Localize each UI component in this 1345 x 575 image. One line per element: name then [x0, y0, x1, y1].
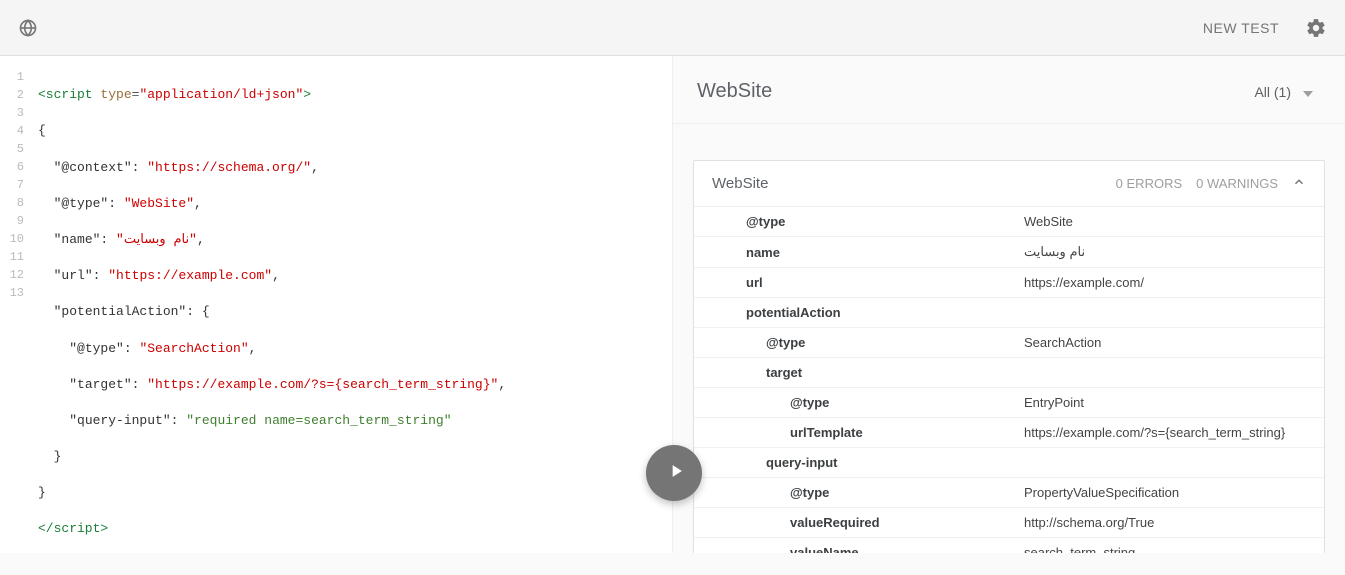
table-row[interactable]: urlhttps://example.com/	[694, 268, 1324, 298]
gear-icon[interactable]	[1305, 17, 1327, 39]
code-string: "application/ld+json"	[139, 87, 303, 102]
code-tag: <script	[38, 87, 93, 102]
topbar: NEW TEST	[0, 0, 1345, 56]
prop-value: https://example.com/?s={search_term_stri…	[1014, 418, 1324, 448]
prop-key: target	[694, 358, 1014, 388]
table-row[interactable]: nameنام وبسایت	[694, 237, 1324, 268]
properties-table: @typeWebSitenameنام وبسایتurlhttps://exa…	[694, 207, 1324, 553]
prop-key: @type	[694, 478, 1014, 508]
prop-key: query-input	[694, 448, 1014, 478]
results-pane: WebSite All (1) WebSite 0 ERRORS 0 WARNI…	[673, 56, 1345, 553]
prop-value: SearchAction	[1014, 328, 1324, 358]
topbar-left	[18, 18, 38, 38]
code-editor-pane: 12345678910111213 <script type="applicat…	[0, 56, 673, 553]
entity-meta: 0 ERRORS 0 WARNINGS	[1116, 175, 1306, 192]
prop-value: EntryPoint	[1014, 388, 1324, 418]
prop-key: @type	[694, 328, 1014, 358]
prop-key: valueName	[694, 538, 1014, 554]
table-row[interactable]: query-input	[694, 448, 1324, 478]
prop-key: url	[694, 268, 1014, 298]
prop-value	[1014, 358, 1324, 388]
globe-icon	[18, 18, 38, 38]
table-row[interactable]: valueNamesearch_term_string	[694, 538, 1324, 554]
prop-value	[1014, 298, 1324, 328]
play-icon	[663, 461, 686, 486]
warnings-count: 0 WARNINGS	[1196, 176, 1278, 191]
table-row[interactable]: @typePropertyValueSpecification	[694, 478, 1324, 508]
prop-value: https://example.com/	[1014, 268, 1324, 298]
chevron-down-icon	[1303, 84, 1313, 100]
results-title: WebSite	[697, 80, 772, 103]
table-row[interactable]: @typeWebSite	[694, 207, 1324, 237]
prop-value	[1014, 448, 1324, 478]
filter-label: All (1)	[1254, 84, 1291, 100]
code-area[interactable]: <script type="application/ld+json"> { "@…	[32, 56, 506, 553]
errors-count: 0 ERRORS	[1116, 176, 1182, 191]
prop-key: @type	[694, 207, 1014, 237]
prop-value: PropertyValueSpecification	[1014, 478, 1324, 508]
prop-value: http://schema.org/True	[1014, 508, 1324, 538]
topbar-right: NEW TEST	[1203, 17, 1327, 39]
prop-key: name	[694, 237, 1014, 268]
results-filter-dropdown[interactable]: All (1)	[1254, 84, 1313, 100]
prop-value: WebSite	[1014, 207, 1324, 237]
table-row[interactable]: urlTemplatehttps://example.com/?s={searc…	[694, 418, 1324, 448]
prop-key: urlTemplate	[694, 418, 1014, 448]
entity-name: WebSite	[712, 175, 768, 192]
prop-key: valueRequired	[694, 508, 1014, 538]
run-test-button[interactable]	[646, 445, 702, 501]
table-row[interactable]: @typeEntryPoint	[694, 388, 1324, 418]
table-row[interactable]: @typeSearchAction	[694, 328, 1324, 358]
entity-card: WebSite 0 ERRORS 0 WARNINGS @typeWebSite…	[693, 160, 1325, 553]
table-row[interactable]: target	[694, 358, 1324, 388]
prop-value: نام وبسایت	[1014, 237, 1324, 268]
table-row[interactable]: potentialAction	[694, 298, 1324, 328]
results-header: WebSite All (1)	[673, 56, 1345, 124]
new-test-button[interactable]: NEW TEST	[1203, 20, 1279, 36]
code-gutter: 12345678910111213	[0, 56, 32, 553]
code-attr: type	[93, 87, 132, 102]
entity-header[interactable]: WebSite 0 ERRORS 0 WARNINGS	[694, 161, 1324, 207]
table-row[interactable]: valueRequiredhttp://schema.org/True	[694, 508, 1324, 538]
chevron-up-icon	[1292, 175, 1306, 192]
prop-key: @type	[694, 388, 1014, 418]
prop-value: search_term_string	[1014, 538, 1324, 554]
prop-key: potentialAction	[694, 298, 1014, 328]
